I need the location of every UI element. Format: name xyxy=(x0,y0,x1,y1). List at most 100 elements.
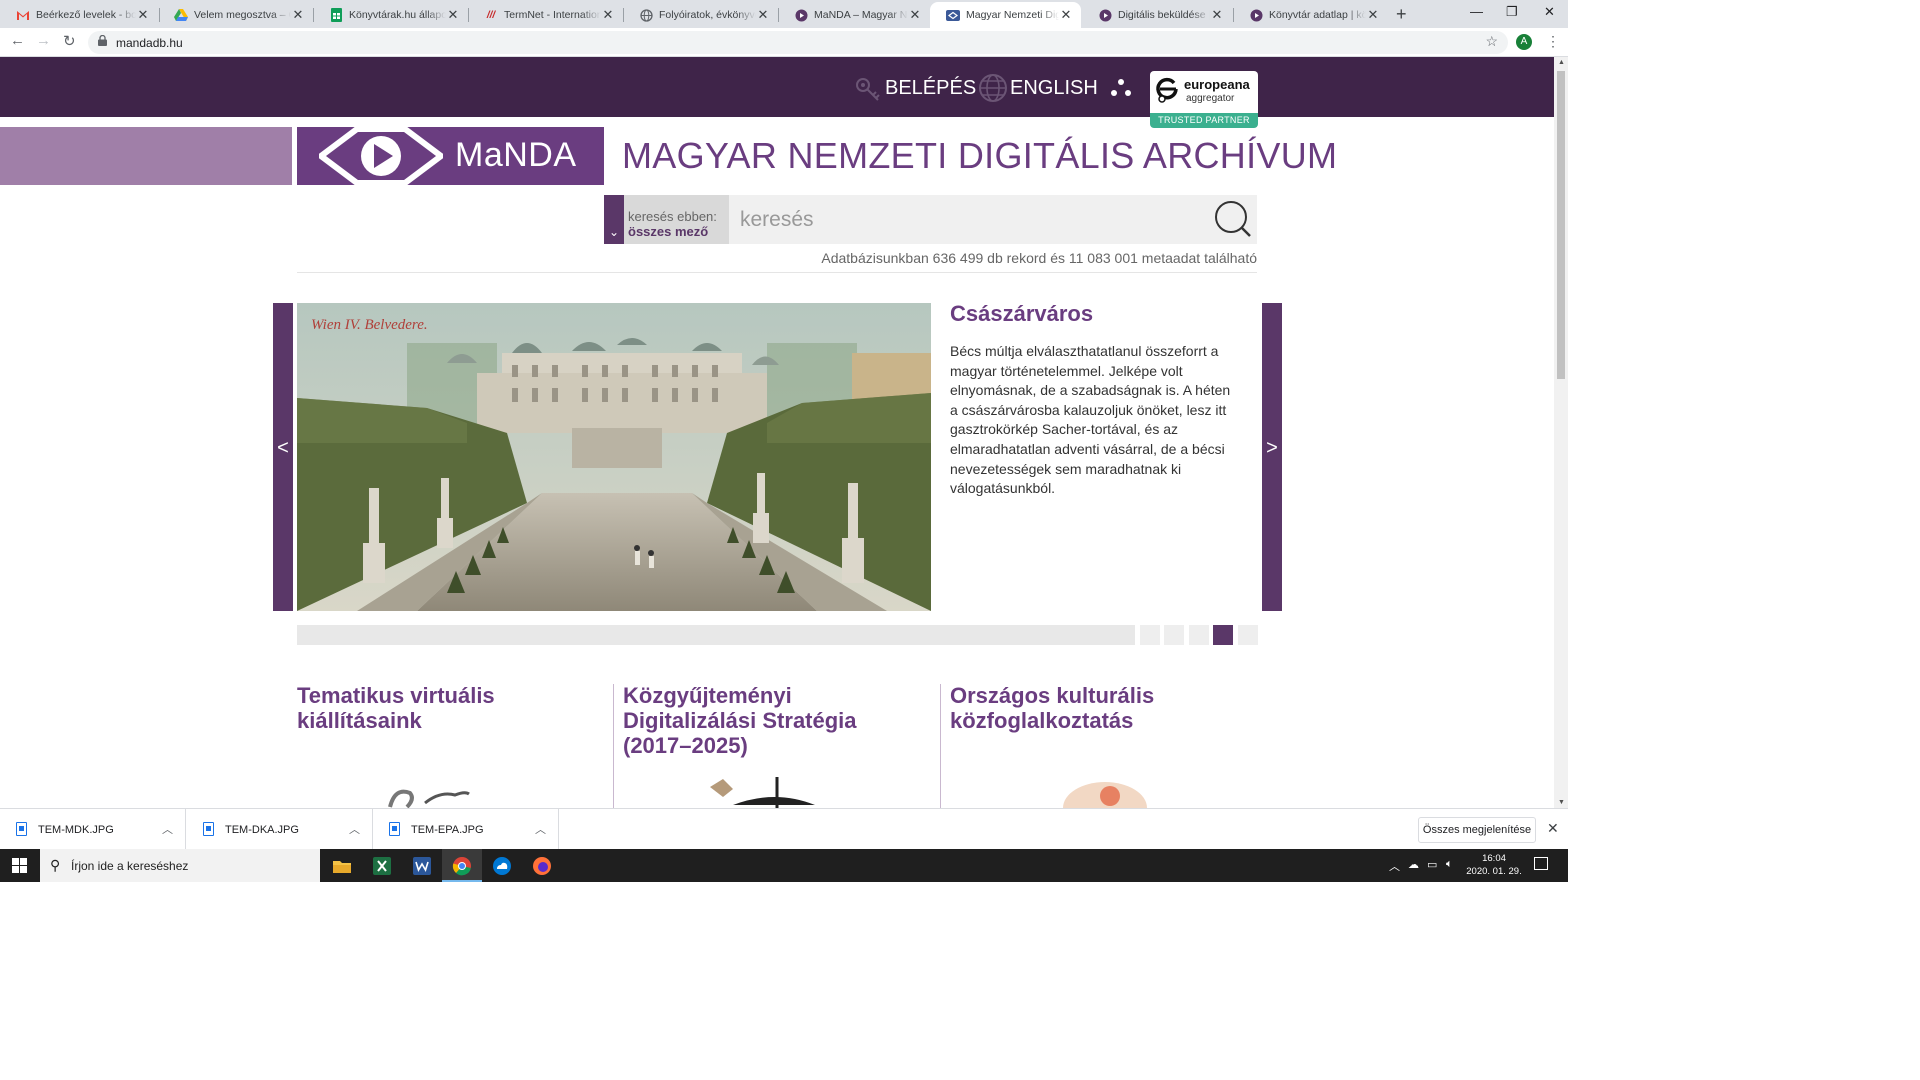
close-downloads-icon[interactable]: ✕ xyxy=(1547,820,1559,837)
browser-tab[interactable]: Digitális beküldése | kö ✕ xyxy=(1082,2,1232,28)
manda-logo[interactable]: MaNDA xyxy=(297,127,604,185)
tab-close-icon[interactable]: ✕ xyxy=(756,7,770,23)
google-sheets-icon xyxy=(329,8,343,22)
column-title-employment[interactable]: Országos kulturális közfoglalkoztatás xyxy=(950,683,1250,733)
chevron-up-icon[interactable]: ︿ xyxy=(349,821,360,837)
chrome-icon[interactable] xyxy=(442,849,482,882)
site-title: MAGYAR NEMZETI DIGITÁLIS ARCHÍVUM xyxy=(622,135,1338,176)
browser-tab-strip: Beérkező levelek - bodi ✕ Velem megosztv… xyxy=(0,0,1568,28)
forward-icon[interactable]: → xyxy=(36,32,51,49)
share-icon[interactable] xyxy=(1110,77,1132,99)
chevron-down-icon: ⌄ xyxy=(609,225,620,239)
tray-chevron-icon[interactable]: ︿ xyxy=(1389,858,1400,874)
column-title-strategy[interactable]: Közgyűjteményi Digitalizálási Stratégia … xyxy=(623,683,928,758)
slider-next-button[interactable]: > xyxy=(1262,303,1282,611)
language-link[interactable]: ENGLISH xyxy=(978,73,1098,103)
tab-close-icon[interactable]: ✕ xyxy=(136,7,150,23)
slider-dot[interactable] xyxy=(1140,625,1160,645)
tab-close-icon[interactable]: ✕ xyxy=(446,7,460,23)
download-item[interactable]: TEM-MDK.JPG ︿ xyxy=(0,809,186,850)
back-icon[interactable]: ← xyxy=(10,32,25,49)
manda-icon xyxy=(946,8,960,22)
termnet-icon: /// xyxy=(486,9,496,21)
slider-prev-button[interactable]: < xyxy=(273,303,293,611)
gmail-icon xyxy=(16,8,30,22)
tab-close-icon[interactable]: ✕ xyxy=(908,7,922,23)
slider-progress-track xyxy=(297,625,1135,645)
slide-image[interactable]: Wien IV. Belvedere. xyxy=(297,303,931,611)
address-bar: ← → ↻ mandadb.hu ☆ xyxy=(0,28,1568,57)
network-icon[interactable]: ▭ xyxy=(1427,858,1437,871)
slider-dot[interactable] xyxy=(1164,625,1184,645)
browser-tab[interactable]: MaNDA – Magyar Nemz ✕ xyxy=(778,2,930,28)
onedrive-icon[interactable] xyxy=(482,849,522,882)
new-tab-icon[interactable]: + xyxy=(1396,4,1407,25)
browser-tab[interactable]: Folyóiratok, évkönyvek ✕ xyxy=(623,2,778,28)
slider-dot[interactable] xyxy=(1189,625,1209,645)
volume-icon[interactable]: 🔈︎ xyxy=(1446,858,1453,871)
tab-close-icon[interactable]: ✕ xyxy=(601,7,615,23)
taskbar-search[interactable]: ⚲ Írjon ide a kereséshez xyxy=(40,849,320,882)
browser-tab[interactable]: /// TermNet - International ✕ xyxy=(468,2,623,28)
login-link[interactable]: BELÉPÉS xyxy=(853,73,976,103)
page-scrollbar[interactable]: ▲ ▼ xyxy=(1554,57,1568,808)
reload-icon[interactable]: ↻ xyxy=(63,32,76,50)
file-image-icon xyxy=(389,822,400,836)
chevron-up-icon[interactable]: ︿ xyxy=(162,821,173,837)
downloads-bar: TEM-MDK.JPG ︿ TEM-DKA.JPG ︿ TEM-EPA.JPG … xyxy=(0,808,1568,850)
browser-menu-icon[interactable]: ⋮ xyxy=(1546,33,1560,50)
slider-dot-active[interactable] xyxy=(1213,625,1233,645)
word-icon[interactable] xyxy=(402,849,442,882)
minimize-icon[interactable]: — xyxy=(1470,4,1483,19)
excel-icon[interactable] xyxy=(362,849,402,882)
onedrive-tray-icon[interactable]: ☁ xyxy=(1408,858,1419,871)
europeana-logo-icon xyxy=(1156,77,1178,103)
slide-title[interactable]: Császárváros xyxy=(950,301,1093,327)
firefox-icon[interactable] xyxy=(522,849,562,882)
tab-close-icon[interactable]: ✕ xyxy=(1210,7,1224,23)
file-explorer-icon[interactable] xyxy=(322,849,362,882)
browser-tab-active[interactable]: Magyar Nemzeti Digitá ✕ xyxy=(930,2,1081,28)
url-input[interactable]: mandadb.hu ☆ xyxy=(88,31,1508,54)
download-item[interactable]: TEM-EPA.JPG ︿ xyxy=(373,809,559,850)
exhibition-illustration xyxy=(388,789,470,808)
slide-image-caption: Wien IV. Belvedere. xyxy=(311,317,428,333)
page-viewport: BELÉPÉS ENGLISH europeana aggregator TRU… xyxy=(0,57,1568,808)
close-window-icon[interactable]: ✕ xyxy=(1544,4,1555,20)
profile-avatar[interactable]: A xyxy=(1516,34,1532,50)
slide-description: Bécs múltja elválaszthatatlanul összefor… xyxy=(950,343,1231,497)
tab-close-icon[interactable]: ✕ xyxy=(1059,7,1073,23)
show-all-downloads-button[interactable]: Összes megjelenítése xyxy=(1418,817,1536,843)
key-icon xyxy=(856,78,880,101)
search-icon: ⚲ xyxy=(50,857,61,873)
file-image-icon xyxy=(16,822,27,836)
employment-illustration xyxy=(1063,782,1147,808)
manda-icon xyxy=(1249,8,1263,22)
browser-tab[interactable]: Könyvtár adatlap | köny ✕ xyxy=(1233,2,1388,28)
lock-icon[interactable] xyxy=(98,34,107,49)
browser-tab[interactable]: Velem megosztva – Goo ✕ xyxy=(158,2,313,28)
column-title-exhibitions[interactable]: Tematikus virtuális kiállításaink xyxy=(297,683,597,733)
browser-tab[interactable]: Beérkező levelek - bodi ✕ xyxy=(0,2,158,28)
browser-tab[interactable]: Könyvtárak.hu állapot - ✕ xyxy=(313,2,468,28)
chevron-up-icon[interactable]: ︿ xyxy=(535,821,546,837)
manda-icon xyxy=(794,8,808,22)
windows-taskbar: ⚲ Írjon ide a kereséshez ︿ ☁ ▭ 🔈︎ 16:04 … xyxy=(0,849,1568,882)
system-clock[interactable]: 16:04 2020. 01. 29. xyxy=(1466,852,1522,878)
tab-close-icon[interactable]: ✕ xyxy=(1366,7,1380,23)
restore-icon[interactable]: ❐ xyxy=(1506,4,1518,20)
bookmark-star-icon[interactable]: ☆ xyxy=(1485,33,1498,50)
slider-dot[interactable] xyxy=(1238,625,1258,645)
windows-start-icon[interactable] xyxy=(12,858,27,873)
search-icon[interactable] xyxy=(1212,199,1252,239)
search-input[interactable] xyxy=(729,195,1257,244)
download-item[interactable]: TEM-DKA.JPG ︿ xyxy=(187,809,373,850)
europeana-badge[interactable]: europeana aggregator TRUSTED PARTNER xyxy=(1150,71,1258,128)
tab-close-icon[interactable]: ✕ xyxy=(291,7,305,23)
scrollbar-thumb[interactable] xyxy=(1557,71,1565,379)
notification-icon[interactable] xyxy=(1534,857,1548,870)
google-drive-icon xyxy=(174,8,188,22)
search-scope-select[interactable]: ⌄ keresés ebben: összes mező xyxy=(604,195,729,244)
database-stats: Adatbázisunkban 636 499 db rekord és 11 … xyxy=(821,250,1257,266)
site-top-nav: BELÉPÉS ENGLISH xyxy=(0,57,1554,117)
